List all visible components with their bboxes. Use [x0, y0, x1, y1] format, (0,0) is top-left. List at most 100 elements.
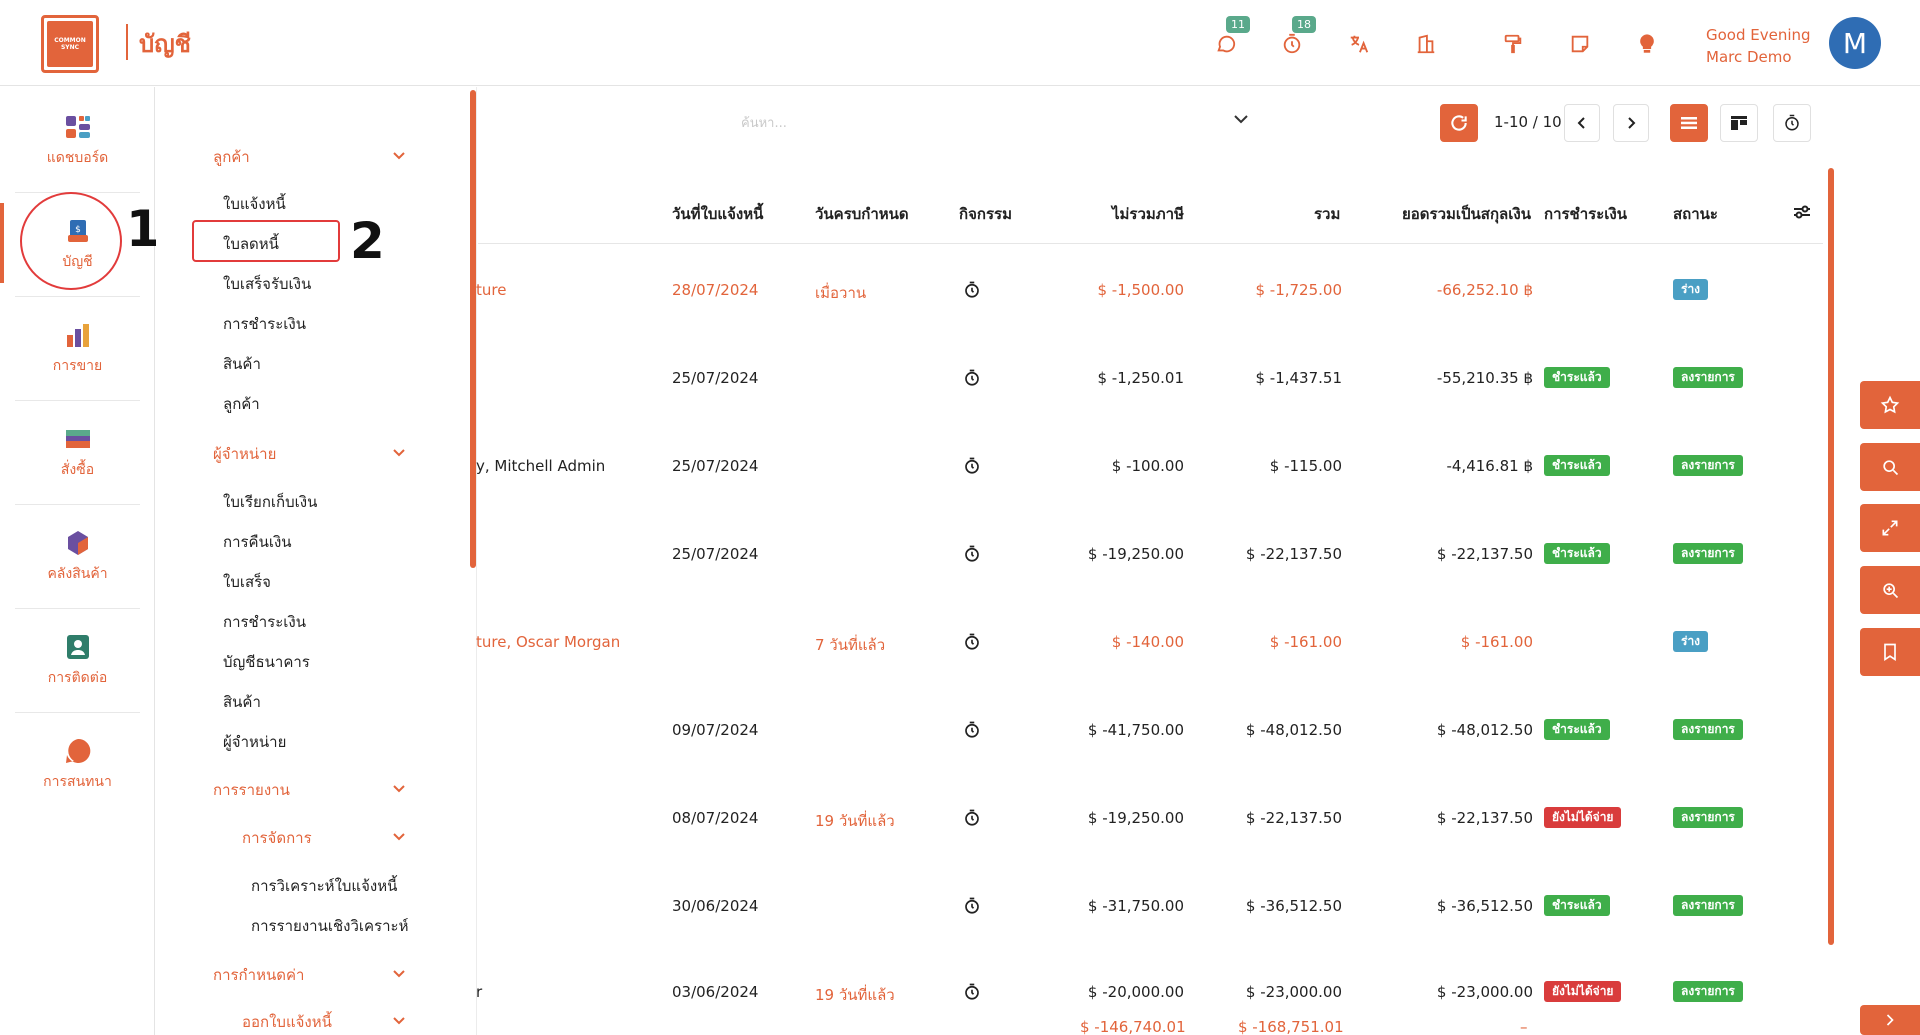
menu-item-customers[interactable]: ลูกค้า: [223, 392, 260, 416]
cell-total: $ -22,137.50: [1245, 809, 1342, 827]
rail-item-sales[interactable]: การขาย: [15, 297, 140, 401]
search-input[interactable]: ค้นหา...: [741, 112, 787, 133]
zoom-button[interactable]: [1860, 566, 1920, 614]
menu-section-management[interactable]: การจัดการ: [242, 826, 312, 850]
status-badge: ลงรายการ: [1673, 981, 1743, 1002]
paint-roller-icon[interactable]: [1499, 30, 1527, 58]
payment-status-badge: ยังไม่ได้จ่าย: [1544, 981, 1622, 1002]
cell-untaxed: $ -100.00: [1111, 457, 1184, 475]
total-currency-amount: –: [1520, 1018, 1528, 1035]
submenu-scrollbar[interactable]: [470, 90, 476, 568]
refresh-button[interactable]: [1440, 104, 1478, 142]
contacts-icon: [66, 634, 89, 659]
cell-due-date: 19 วันที่แล้ว: [815, 986, 895, 1004]
table-scrollbar[interactable]: [1828, 168, 1834, 945]
payment-status-badge: ยังไม่ได้จ่าย: [1544, 807, 1622, 828]
menu-section-vendors[interactable]: ผู้จำหน่าย: [213, 442, 276, 466]
rail-item-purchase[interactable]: สั่งซื้อ: [15, 401, 140, 505]
menu-item-vendor-payments[interactable]: การชำระเงิน: [223, 610, 306, 634]
activity-clock-icon[interactable]: [963, 897, 981, 915]
status-badge: ร่าง: [1673, 279, 1709, 300]
column-header-untaxed[interactable]: ไม่รวมภาษี: [1112, 202, 1184, 226]
rail-item-inventory[interactable]: คลังสินค้า: [15, 505, 140, 609]
pager-previous[interactable]: [1564, 104, 1600, 142]
column-header-status[interactable]: สถานะ: [1673, 202, 1718, 226]
column-header-activity[interactable]: กิจกรรม: [959, 202, 1012, 226]
chevron-down-icon[interactable]: [393, 1017, 405, 1025]
status-badge: ลงรายการ: [1673, 367, 1743, 388]
app-logo[interactable]: COMMON SYNC: [41, 15, 99, 73]
column-header-payment[interactable]: การชำระเงิน: [1544, 202, 1627, 226]
activity-clock-icon[interactable]: [963, 721, 981, 739]
rail-label: คลังสินค้า: [47, 565, 108, 582]
chevron-down-icon[interactable]: [393, 449, 405, 457]
pager-next[interactable]: [1613, 104, 1649, 142]
cell-invoice-date: 28/07/2024: [672, 281, 759, 299]
menu-item-refunds[interactable]: การคืนเงิน: [223, 530, 292, 554]
chevron-down-icon[interactable]: [393, 785, 405, 793]
menu-item-bills[interactable]: ใบเรียกเก็บเงิน: [223, 490, 317, 514]
activity-clock-icon[interactable]: [963, 457, 981, 475]
cell-total-currency: $ -48,012.50: [1436, 721, 1533, 739]
scroll-next-button[interactable]: [1860, 1005, 1920, 1035]
menu-item-customer-products[interactable]: สินค้า: [223, 352, 261, 376]
search-icon: [1883, 460, 1899, 476]
menu-item-analytic-report[interactable]: การรายงานเชิงวิเคราะห์: [251, 914, 408, 938]
chevron-down-icon[interactable]: [393, 833, 405, 841]
activity-clock-icon[interactable]: [963, 281, 981, 299]
rail-item-contacts[interactable]: การติดต่อ: [15, 609, 140, 713]
timer-icon[interactable]: 18: [1278, 16, 1316, 58]
cell-untaxed: $ -140.00: [1111, 633, 1184, 651]
column-header-total-currency[interactable]: ยอดรวมเป็นสกุลเงิน: [1402, 202, 1531, 226]
menu-item-vendor-products[interactable]: สินค้า: [223, 690, 261, 714]
chevron-right-icon: [1628, 117, 1636, 129]
list-view-button[interactable]: [1670, 104, 1708, 142]
pager-value[interactable]: 1-10 / 10: [1494, 113, 1562, 131]
cell-total-currency: $ -22,137.50: [1436, 545, 1533, 563]
menu-section-invoicing[interactable]: ออกใบแจ้งหนี้: [242, 1010, 332, 1034]
menu-item-vendor-receipts[interactable]: ใบเสร็จ: [223, 570, 271, 594]
annotation-circle: [20, 192, 122, 290]
translate-icon[interactable]: [1345, 30, 1373, 58]
lightbulb-icon[interactable]: [1633, 30, 1661, 58]
payment-status-badge: ชำระแล้ว: [1544, 719, 1610, 740]
search-dropdown-icon[interactable]: [1234, 115, 1248, 124]
chevron-left-icon: [1577, 117, 1585, 129]
menu-item-customer-payments[interactable]: การชำระเงิน: [223, 312, 306, 336]
menu-item-bank-accounts[interactable]: บัญชีธนาคาร: [223, 650, 310, 674]
bookmark-icon: [1884, 643, 1896, 662]
cell-due-date: 19 วันที่แล้ว: [815, 812, 895, 830]
avatar[interactable]: M: [1829, 17, 1881, 69]
expand-button[interactable]: [1860, 504, 1920, 552]
activity-clock-icon[interactable]: [963, 369, 981, 387]
menu-item-invoice-analysis[interactable]: การวิเคราะห์ใบแจ้งหนี้: [251, 874, 397, 898]
note-icon[interactable]: [1566, 30, 1594, 58]
activity-clock-icon[interactable]: [963, 983, 981, 1001]
cell-total-currency: -66,252.10 ฿: [1436, 281, 1533, 299]
chevron-down-icon[interactable]: [393, 970, 405, 978]
column-header-invoice-date[interactable]: วันที่ใบแจ้งหนี้: [672, 202, 763, 226]
kanban-view-button[interactable]: [1720, 104, 1758, 142]
menu-item-vendors[interactable]: ผู้จำหน่าย: [223, 730, 286, 754]
favorite-button[interactable]: [1860, 381, 1920, 429]
menu-section-customers[interactable]: ลูกค้า: [213, 145, 250, 169]
activity-view-button[interactable]: [1773, 104, 1811, 142]
activity-clock-icon[interactable]: [963, 633, 981, 651]
activity-clock-icon[interactable]: [963, 545, 981, 563]
optional-columns-icon[interactable]: [1793, 204, 1811, 220]
chevron-down-icon[interactable]: [393, 152, 405, 160]
menu-section-reporting[interactable]: การรายงาน: [213, 778, 290, 802]
rail-item-discuss[interactable]: การสนทนา: [15, 713, 140, 817]
menu-section-configuration[interactable]: การกำหนดค่า: [213, 963, 304, 987]
search-button[interactable]: [1860, 443, 1920, 491]
company-icon[interactable]: [1412, 30, 1440, 58]
menu-item-invoices[interactable]: ใบแจ้งหนี้: [223, 192, 286, 216]
column-header-total[interactable]: รวม: [1314, 202, 1340, 226]
sales-icon: [66, 323, 89, 347]
menu-item-receipts[interactable]: ใบเสร็จรับเงิน: [223, 272, 311, 296]
activity-clock-icon[interactable]: [963, 809, 981, 827]
bookmark-button[interactable]: [1860, 628, 1920, 676]
rail-item-dashboard[interactable]: แดชบอร์ด: [15, 89, 140, 193]
chat-icon[interactable]: 11: [1212, 16, 1250, 58]
column-header-due-date[interactable]: วันครบกำหนด: [815, 202, 909, 226]
